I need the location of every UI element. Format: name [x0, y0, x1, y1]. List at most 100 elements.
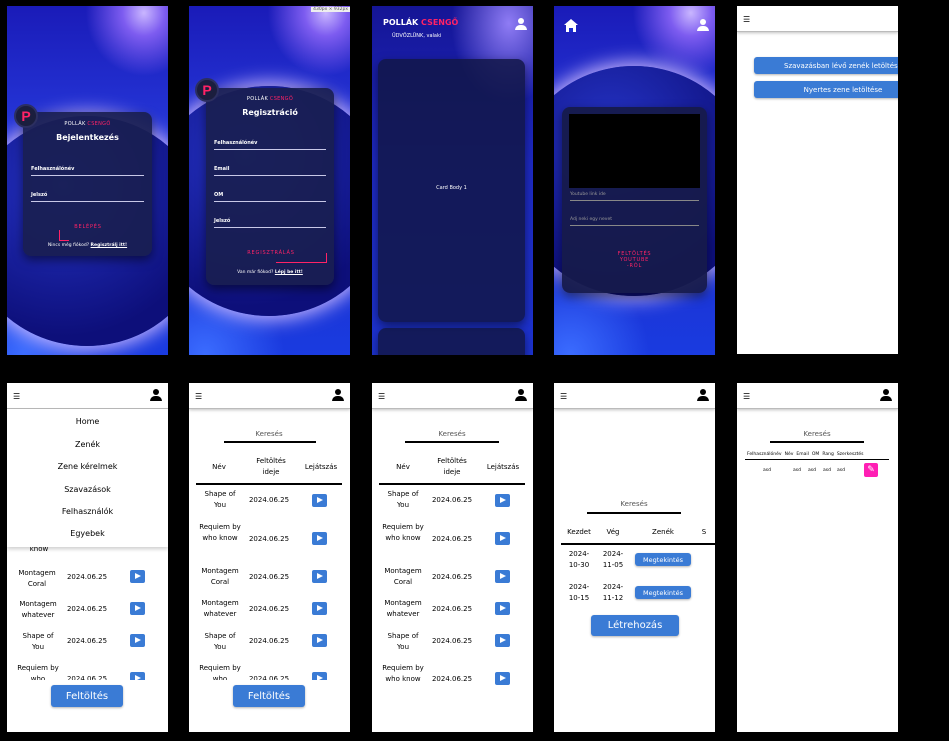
password-field[interactable]: Jelszó: [214, 218, 326, 228]
username-field[interactable]: Felhasználónév: [214, 140, 326, 150]
brand-title: POLLÁK CSENGŐ: [383, 18, 459, 27]
login-button-accent: [59, 230, 60, 240]
user-icon[interactable]: [697, 389, 709, 401]
hamburger-menu-icon[interactable]: ☰: [378, 392, 385, 401]
song-name: Requiem by who know: [382, 664, 424, 683]
menu-item-votes[interactable]: Szavazások: [7, 485, 168, 494]
hamburger-menu-icon[interactable]: ☰: [13, 392, 20, 401]
song-name: Shape of You: [387, 490, 419, 509]
song-name: Montagem Coral: [18, 569, 56, 588]
col-header-date: Feltöltés ideje: [256, 457, 286, 476]
brand-logo: POLLÁK CSENGŐ: [246, 96, 294, 102]
viewport-size-label: 430px × 932px: [311, 7, 350, 12]
search-label[interactable]: Keresés: [772, 430, 862, 438]
song-name-input[interactable]: Adj neki egy nevet: [570, 217, 699, 226]
menu-item-song-requests[interactable]: Zene kérelmek: [7, 462, 168, 471]
play-icon[interactable]: [312, 570, 327, 583]
youtube-link-input[interactable]: Youtube link ide: [570, 192, 699, 201]
password-field[interactable]: Jelszó: [31, 192, 144, 202]
login-link[interactable]: Lépj be itt!: [275, 270, 303, 275]
play-icon[interactable]: [495, 672, 510, 685]
play-icon[interactable]: [495, 634, 510, 647]
vote-start: 2024-10-15: [568, 583, 590, 602]
song-date: 2024.06.25: [66, 637, 108, 645]
login-button-accent: [59, 240, 69, 241]
user-icon[interactable]: [880, 389, 892, 401]
col-header-email: Email: [796, 452, 809, 457]
hamburger-menu-icon[interactable]: ☰: [743, 15, 750, 24]
play-icon[interactable]: [312, 634, 327, 647]
greeting: ÜDVÖZLÜNK, valaki: [392, 33, 442, 39]
login-screen: POLLÁK CSENGŐ Bejelentkezés Felhasználón…: [7, 6, 168, 355]
search-label[interactable]: Keresés: [224, 430, 314, 438]
col-header-name: Név: [396, 463, 410, 471]
home-icon[interactable]: [564, 19, 578, 33]
register-screen: 430px × 932px POLLÁK CSENGŐ Regisztráció…: [189, 6, 350, 355]
play-icon[interactable]: [130, 602, 145, 615]
songs-full-screen: ☰ Keresés Név Feltöltés ideje Lejátszás …: [372, 383, 533, 732]
login-prompt: Van már fiókod? Lépj be itt!: [237, 270, 303, 275]
login-button[interactable]: BELÉPÉS: [63, 224, 113, 230]
user-icon[interactable]: [150, 389, 162, 401]
om-field[interactable]: OM: [214, 192, 326, 202]
hamburger-menu-icon[interactable]: ☰: [560, 392, 567, 401]
col-header-rank: Rang: [822, 452, 834, 457]
downloads-screen: ☰ Szavazásban lévő zenék letöltése Nyert…: [737, 6, 898, 354]
search-label[interactable]: Keresés: [407, 430, 497, 438]
user-icon[interactable]: [515, 18, 527, 30]
view-button[interactable]: Megtekintés: [635, 586, 691, 599]
song-date: 2024.06.25: [248, 605, 290, 613]
search-label[interactable]: Keresés: [589, 500, 679, 508]
hamburger-menu-icon[interactable]: ☰: [195, 392, 202, 401]
play-icon[interactable]: [130, 570, 145, 583]
header: ☰: [554, 383, 715, 409]
song-name: Shape of You: [22, 632, 54, 651]
login-title: Bejelentkezés: [56, 133, 119, 142]
menu-item-home[interactable]: Home: [7, 417, 168, 426]
video-preview: [569, 114, 700, 188]
upload-youtube-button[interactable]: FELTÖLTÉS YOUTUBE -RÓL: [562, 251, 707, 269]
pollak-logo-icon: P: [195, 78, 219, 102]
song-date: 2024.06.25: [248, 637, 290, 645]
play-icon[interactable]: [312, 494, 327, 507]
song-name: Shape of You: [204, 632, 236, 651]
hamburger-menu-icon[interactable]: ☰: [743, 392, 750, 401]
upload-button[interactable]: Feltöltés: [233, 685, 305, 707]
user-icon[interactable]: [697, 19, 709, 31]
table-header-divider: [745, 459, 889, 460]
download-voting-songs-button[interactable]: Szavazásban lévő zenék letöltése: [754, 57, 898, 74]
email-field[interactable]: Email: [214, 166, 326, 176]
username-field[interactable]: Felhasználónév: [31, 166, 144, 176]
view-button[interactable]: Megtekintés: [635, 553, 691, 566]
user-icon[interactable]: [515, 389, 527, 401]
vote-end: 2024-11-12: [602, 583, 624, 602]
register-link[interactable]: Regisztrálj itt!: [91, 243, 128, 248]
search-underline: [587, 512, 681, 514]
menu-item-songs[interactable]: Zenék: [7, 440, 168, 449]
play-icon[interactable]: [495, 570, 510, 583]
user-icon[interactable]: [332, 389, 344, 401]
song-date: 2024.06.25: [431, 637, 473, 645]
play-icon[interactable]: [495, 602, 510, 615]
header: ☰: [189, 383, 350, 409]
play-icon[interactable]: [312, 532, 327, 545]
col-header-songs: Zenék: [652, 528, 674, 536]
table-header-divider: [561, 543, 715, 545]
song-date: 2024.06.25: [66, 605, 108, 613]
pollak-logo-icon: P: [14, 104, 38, 128]
download-winner-button[interactable]: Nyertes zene letöltése: [754, 81, 898, 98]
play-icon[interactable]: [495, 532, 510, 545]
register-button[interactable]: REGISZTRÁLÁS: [236, 250, 306, 256]
create-button[interactable]: Létrehozás: [591, 615, 679, 636]
upload-button[interactable]: Feltöltés: [51, 685, 123, 707]
menu-item-other[interactable]: Egyebek: [7, 529, 168, 538]
play-icon[interactable]: [130, 634, 145, 647]
user-name: asd: [793, 468, 801, 473]
edit-pencil-icon[interactable]: ✎: [864, 463, 878, 477]
play-icon[interactable]: [495, 494, 510, 507]
user-rank: asd: [837, 468, 845, 473]
col-header-end: Vég: [606, 528, 620, 536]
songs-screen: ☰ Keresés Név Feltöltés ideje Lejátszás …: [189, 383, 350, 732]
play-icon[interactable]: [312, 602, 327, 615]
menu-item-users[interactable]: Felhasználók: [7, 507, 168, 516]
